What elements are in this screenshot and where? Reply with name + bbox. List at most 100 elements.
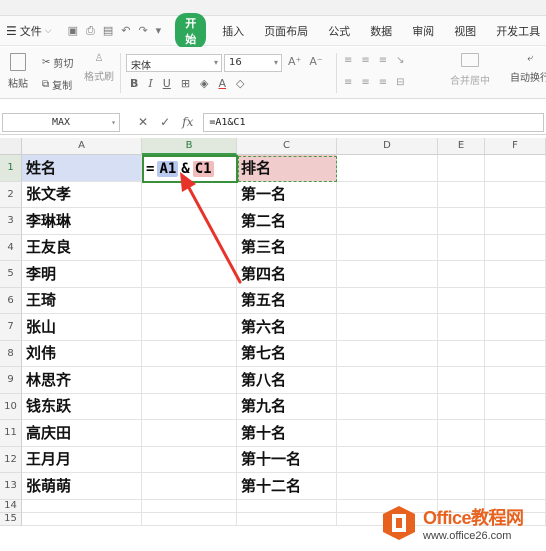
cell[interactable] [485,394,546,420]
row-header[interactable]: 14 [0,500,22,513]
align-center-icon[interactable]: ≡ [361,77,369,88]
tab-review[interactable]: 审阅 [402,23,444,39]
row-header[interactable]: 15 [0,513,22,526]
cell[interactable] [337,261,438,288]
tab-view[interactable]: 视图 [444,23,486,39]
cell[interactable] [485,420,546,447]
row-header[interactable]: 4 [0,235,22,261]
tab-start[interactable]: 开始 [175,12,207,49]
copy-button[interactable]: ⧉ 复制 [42,77,72,92]
font-name-select[interactable]: 宋体 ▾ [126,54,222,72]
cell[interactable] [22,513,142,526]
clear-format-icon[interactable]: ◇ [236,77,244,90]
font-size-select[interactable]: 16 ▾ [224,54,282,72]
cell[interactable] [438,473,485,500]
cell[interactable] [485,208,546,235]
align-top-icon[interactable]: ≡ [344,55,352,66]
table-cell[interactable]: 刘伟 [22,341,142,367]
cell[interactable] [337,208,438,235]
row-header[interactable]: 11 [0,420,22,447]
cell[interactable] [438,314,485,341]
bold-icon[interactable]: B [130,77,138,90]
table-cell[interactable]: 第九名 [237,394,337,420]
formula-input[interactable]: =A1&C1 [203,112,544,132]
insert-function-icon[interactable]: fx [182,115,193,129]
table-cell[interactable]: 李明 [22,261,142,288]
align-bottom-icon[interactable]: ≡ [379,55,387,66]
cell[interactable] [142,447,237,473]
cell-b1-editing[interactable]: = A1 & C1 [142,155,238,183]
column-header-e[interactable]: E [438,138,485,155]
cell[interactable] [142,473,237,500]
header-cell[interactable]: 姓名 [22,155,142,182]
row-header[interactable]: 8 [0,341,22,367]
cell[interactable] [485,155,546,182]
row-header[interactable]: 3 [0,208,22,235]
cell[interactable] [485,314,546,341]
table-cell[interactable]: 钱东跃 [22,394,142,420]
cell[interactable] [438,288,485,314]
column-header-a[interactable]: A [22,138,142,155]
table-cell[interactable]: 张萌萌 [22,473,142,500]
align-left-icon[interactable]: ≡ [344,77,352,88]
cell[interactable] [438,341,485,367]
decrease-font-icon[interactable]: A⁻ [309,55,322,68]
print-preview-icon[interactable]: ▤ [103,24,113,38]
row-header[interactable]: 1 [0,155,22,182]
cell[interactable] [337,447,438,473]
cell[interactable] [485,447,546,473]
cell[interactable] [142,288,237,314]
table-cell[interactable]: 李琳琳 [22,208,142,235]
italic-icon[interactable]: I [148,77,152,90]
cell[interactable] [142,367,237,394]
cell[interactable] [337,235,438,261]
cell[interactable] [22,500,142,513]
cell[interactable] [337,314,438,341]
wrap-text-button[interactable]: ⤶ 自动换行 [510,53,546,84]
cell[interactable] [438,235,485,261]
cell[interactable] [142,182,237,208]
align-right-icon[interactable]: ≡ [379,77,387,88]
cell[interactable] [337,420,438,447]
cell[interactable] [142,394,237,420]
column-header-d[interactable]: D [337,138,438,155]
table-cell[interactable]: 王琦 [22,288,142,314]
row-header[interactable]: 6 [0,288,22,314]
cell[interactable] [485,341,546,367]
row-header[interactable]: 12 [0,447,22,473]
cell[interactable] [438,155,485,182]
undo-icon[interactable]: ↶ [121,24,130,38]
tab-data[interactable]: 数据 [360,23,402,39]
cell[interactable] [337,182,438,208]
cell[interactable] [337,473,438,500]
name-box[interactable]: MAX ▾ [2,112,120,132]
redo-icon[interactable]: ↷ [138,24,147,38]
row-header[interactable]: 5 [0,261,22,288]
cell[interactable] [142,341,237,367]
border-icon[interactable]: ⊞ [181,77,190,90]
cell[interactable] [438,367,485,394]
tab-developer[interactable]: 开发工具 [486,23,546,39]
orientation-icon[interactable]: ↘ [396,55,404,66]
table-cell[interactable]: 王友良 [22,235,142,261]
confirm-icon[interactable]: ✓ [160,115,170,129]
cell[interactable] [237,513,337,526]
table-cell[interactable]: 第一名 [237,182,337,208]
increase-font-icon[interactable]: A⁺ [288,55,301,68]
font-color-icon[interactable]: A [219,77,227,90]
cell[interactable] [142,235,237,261]
table-cell[interactable]: 第八名 [237,367,337,394]
more-icon[interactable]: ▾ [156,24,162,38]
cell[interactable] [485,367,546,394]
table-cell[interactable]: 第三名 [237,235,337,261]
cancel-icon[interactable]: ✕ [138,115,148,129]
cell[interactable] [337,155,438,182]
table-cell[interactable]: 张文孝 [22,182,142,208]
cell[interactable] [142,500,237,513]
cell[interactable] [438,447,485,473]
cell[interactable] [438,394,485,420]
table-cell[interactable]: 王月月 [22,447,142,473]
cell[interactable] [337,367,438,394]
cell[interactable] [237,500,337,513]
cell[interactable] [142,314,237,341]
